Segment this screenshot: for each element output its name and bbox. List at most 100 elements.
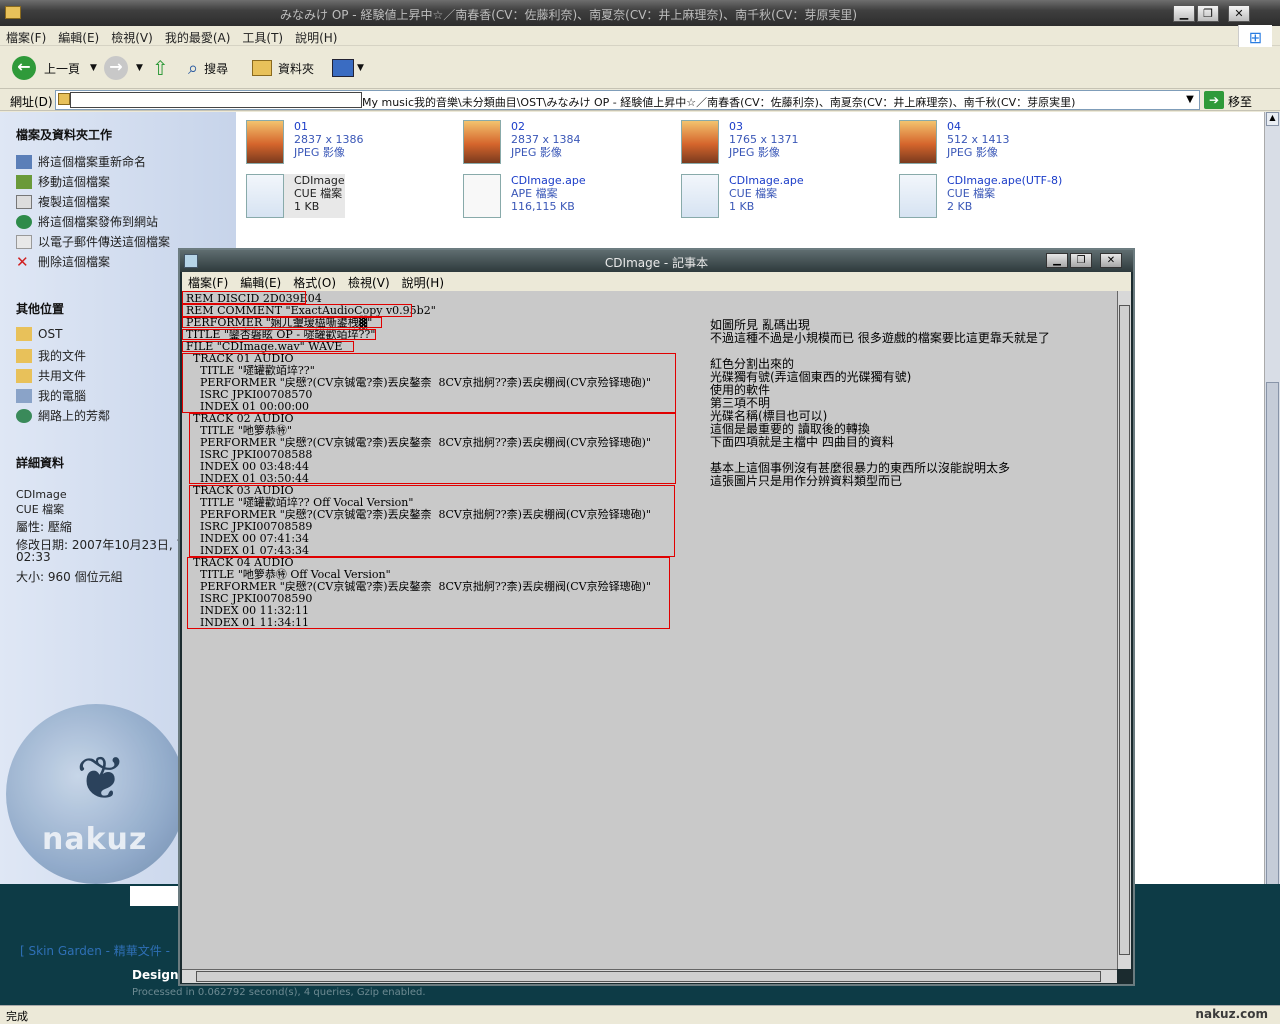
watermark: nakuz.com xyxy=(1195,1007,1268,1021)
forward-button[interactable]: → ▼ xyxy=(104,55,143,81)
task-copy[interactable]: 複製這個檔案 xyxy=(16,193,110,210)
place-network[interactable]: 網路上的芳鄰 xyxy=(16,407,110,424)
place-my-computer[interactable]: 我的電腦 xyxy=(16,387,86,404)
task-label: 複製這個檔案 xyxy=(38,195,111,209)
file-type: JPEG 影像 xyxy=(294,146,345,159)
menu-favorites[interactable]: 我的最愛(A) xyxy=(159,26,237,46)
back-button[interactable]: ← 上一頁 ▼ xyxy=(12,55,97,81)
maximize-button[interactable]: ❐ xyxy=(1070,253,1092,268)
chevron-down-icon[interactable]: ▼ xyxy=(1181,91,1199,109)
notepad-horizontal-scrollbar[interactable] xyxy=(182,969,1117,983)
highlight-box-comment xyxy=(182,304,412,317)
views-button[interactable]: ▼ xyxy=(332,55,364,81)
folders-button[interactable]: 資料夾 xyxy=(252,55,314,81)
network-icon xyxy=(16,408,32,423)
folder-icon xyxy=(16,348,32,363)
address-path: My music我的音樂\未分類曲目\OST\みなみけ OP - 経験値上昇中☆… xyxy=(362,96,1076,109)
file-type: JPEG 影像 xyxy=(511,146,562,159)
maximize-button[interactable]: ❐ xyxy=(1197,5,1219,22)
explorer-titlebar[interactable]: みなみけ OP - 経験値上昇中☆／南春香(CV：佐藤利奈)、南夏奈(CV：井上… xyxy=(0,0,1280,26)
go-button[interactable]: 移至 xyxy=(1228,93,1252,110)
highlight-box-title xyxy=(182,329,376,340)
place-label: 我的文件 xyxy=(38,349,87,363)
up-button[interactable]: ⇧ xyxy=(152,55,169,81)
details-name: CDImage xyxy=(16,488,67,501)
file-item-selected[interactable]: CDImage CUE 檔案 1 KB xyxy=(246,174,345,218)
place-label: OST xyxy=(38,327,63,341)
menu-edit[interactable]: 編輯(E) xyxy=(52,26,105,46)
bird-logo-icon: ❦ xyxy=(76,744,127,814)
highlight-box-track-03 xyxy=(189,485,675,557)
file-item[interactable]: 03 1765 x 1371 JPEG 影像 xyxy=(681,120,799,164)
webpage-box xyxy=(130,886,180,906)
scroll-up-icon[interactable]: ▲ xyxy=(1266,112,1279,126)
file-item[interactable]: CDImage.ape APE 檔案 116,115 KB xyxy=(463,174,586,218)
chevron-down-icon[interactable]: ▼ xyxy=(357,63,364,73)
file-detail: 1765 x 1371 xyxy=(729,133,799,146)
place-ost[interactable]: OST xyxy=(16,327,62,341)
file-item[interactable]: 01 2837 x 1386 JPEG 影像 xyxy=(246,120,364,164)
file-item[interactable]: 04 512 x 1413 JPEG 影像 xyxy=(899,120,1010,164)
jpeg-file-icon xyxy=(899,120,937,164)
close-button[interactable]: ✕ xyxy=(1228,5,1250,22)
file-detail: APE 檔案 xyxy=(511,187,558,200)
status-bar: 完成 nakuz.com xyxy=(0,1005,1280,1024)
file-detail: 512 x 1413 xyxy=(947,133,1010,146)
menu-view[interactable]: 檢視(V) xyxy=(105,26,159,46)
task-publish[interactable]: 將這個檔案發佈到網站 xyxy=(16,213,158,230)
file-name: 01 xyxy=(294,120,308,133)
explorer-scrollbar[interactable]: ▲ xyxy=(1264,112,1280,1002)
minimize-button[interactable]: ▁ xyxy=(1173,5,1195,22)
menu-tools[interactable]: 工具(T) xyxy=(236,26,289,46)
globe-icon xyxy=(16,214,32,229)
task-move[interactable]: 移動這個檔案 xyxy=(16,173,110,190)
task-rename[interactable]: 將這個檔案重新命名 xyxy=(16,153,146,170)
search-label: 搜尋 xyxy=(204,61,229,76)
file-detail: CUE 檔案 xyxy=(947,187,996,200)
webpage-links[interactable]: [ Skin Garden - 精華文件 - xyxy=(20,942,170,959)
details-attributes: 屬性: 壓縮 xyxy=(16,520,72,534)
address-input[interactable]: My music我的音樂\未分類曲目\OST\みなみけ OP - 経験値上昇中☆… xyxy=(55,90,1200,110)
folder-icon xyxy=(16,327,32,341)
task-email[interactable]: 以電子郵件傳送這個檔案 xyxy=(16,233,170,250)
menu-help[interactable]: 說明(H) xyxy=(289,26,343,46)
file-item[interactable]: CDImage.ape CUE 檔案 1 KB xyxy=(681,174,804,218)
details-heading[interactable]: 詳細資料 xyxy=(16,454,64,471)
file-name: 04 xyxy=(947,120,961,133)
go-arrow-icon[interactable]: ➔ xyxy=(1204,91,1224,109)
notepad-text-area[interactable]: REM DISCID 2D039E04 REM COMMENT "ExactAu… xyxy=(182,291,1117,969)
menu-format[interactable]: 格式(O) xyxy=(287,272,342,291)
places-heading[interactable]: 其他位置 xyxy=(16,300,64,317)
file-item[interactable]: 02 2837 x 1384 JPEG 影像 xyxy=(463,120,581,164)
search-button[interactable]: ⌕ 搜尋 xyxy=(188,55,228,81)
scroll-thumb[interactable] xyxy=(196,971,1101,982)
scroll-thumb[interactable] xyxy=(1119,305,1130,955)
menu-view[interactable]: 檢視(V) xyxy=(342,272,396,291)
notepad-titlebar[interactable]: CDImage - 記事本 ▁ ❐ ✕ xyxy=(180,250,1133,272)
window-title: みなみけ OP - 経験値上昇中☆／南春香(CV：佐藤利奈)、南夏奈(CV：井上… xyxy=(280,8,858,22)
back-label: 上一頁 xyxy=(44,61,81,76)
minimize-button[interactable]: ▁ xyxy=(1046,253,1068,268)
chevron-down-icon[interactable]: ▼ xyxy=(136,63,143,73)
chevron-down-icon[interactable]: ▼ xyxy=(90,63,97,73)
task-label: 刪除這個檔案 xyxy=(38,255,111,269)
cue-file-icon xyxy=(246,174,284,218)
ape-file-icon xyxy=(463,174,501,218)
file-size: 116,115 KB xyxy=(511,200,575,213)
menu-help[interactable]: 說明(H) xyxy=(396,272,450,291)
menu-file[interactable]: 檔案(F) xyxy=(182,272,234,291)
tasks-heading[interactable]: 檔案及資料夾工作 xyxy=(16,126,112,143)
menu-edit[interactable]: 編輯(E) xyxy=(234,272,287,291)
menu-file[interactable]: 檔案(F) xyxy=(0,26,52,46)
folders-icon xyxy=(252,60,272,76)
folder-icon xyxy=(5,6,21,19)
close-button[interactable]: ✕ xyxy=(1100,253,1122,268)
up-folder-icon: ⇧ xyxy=(152,56,169,80)
windows-logo-icon: ⊞ xyxy=(1238,25,1272,47)
task-delete[interactable]: ✕ 刪除這個檔案 xyxy=(16,253,110,270)
place-my-documents[interactable]: 我的文件 xyxy=(16,347,86,364)
place-shared-documents[interactable]: 共用文件 xyxy=(16,367,86,384)
file-item[interactable]: CDImage.ape(UTF-8) CUE 檔案 2 KB xyxy=(899,174,1062,218)
task-label: 移動這個檔案 xyxy=(38,175,111,189)
notepad-vertical-scrollbar[interactable] xyxy=(1117,291,1131,969)
